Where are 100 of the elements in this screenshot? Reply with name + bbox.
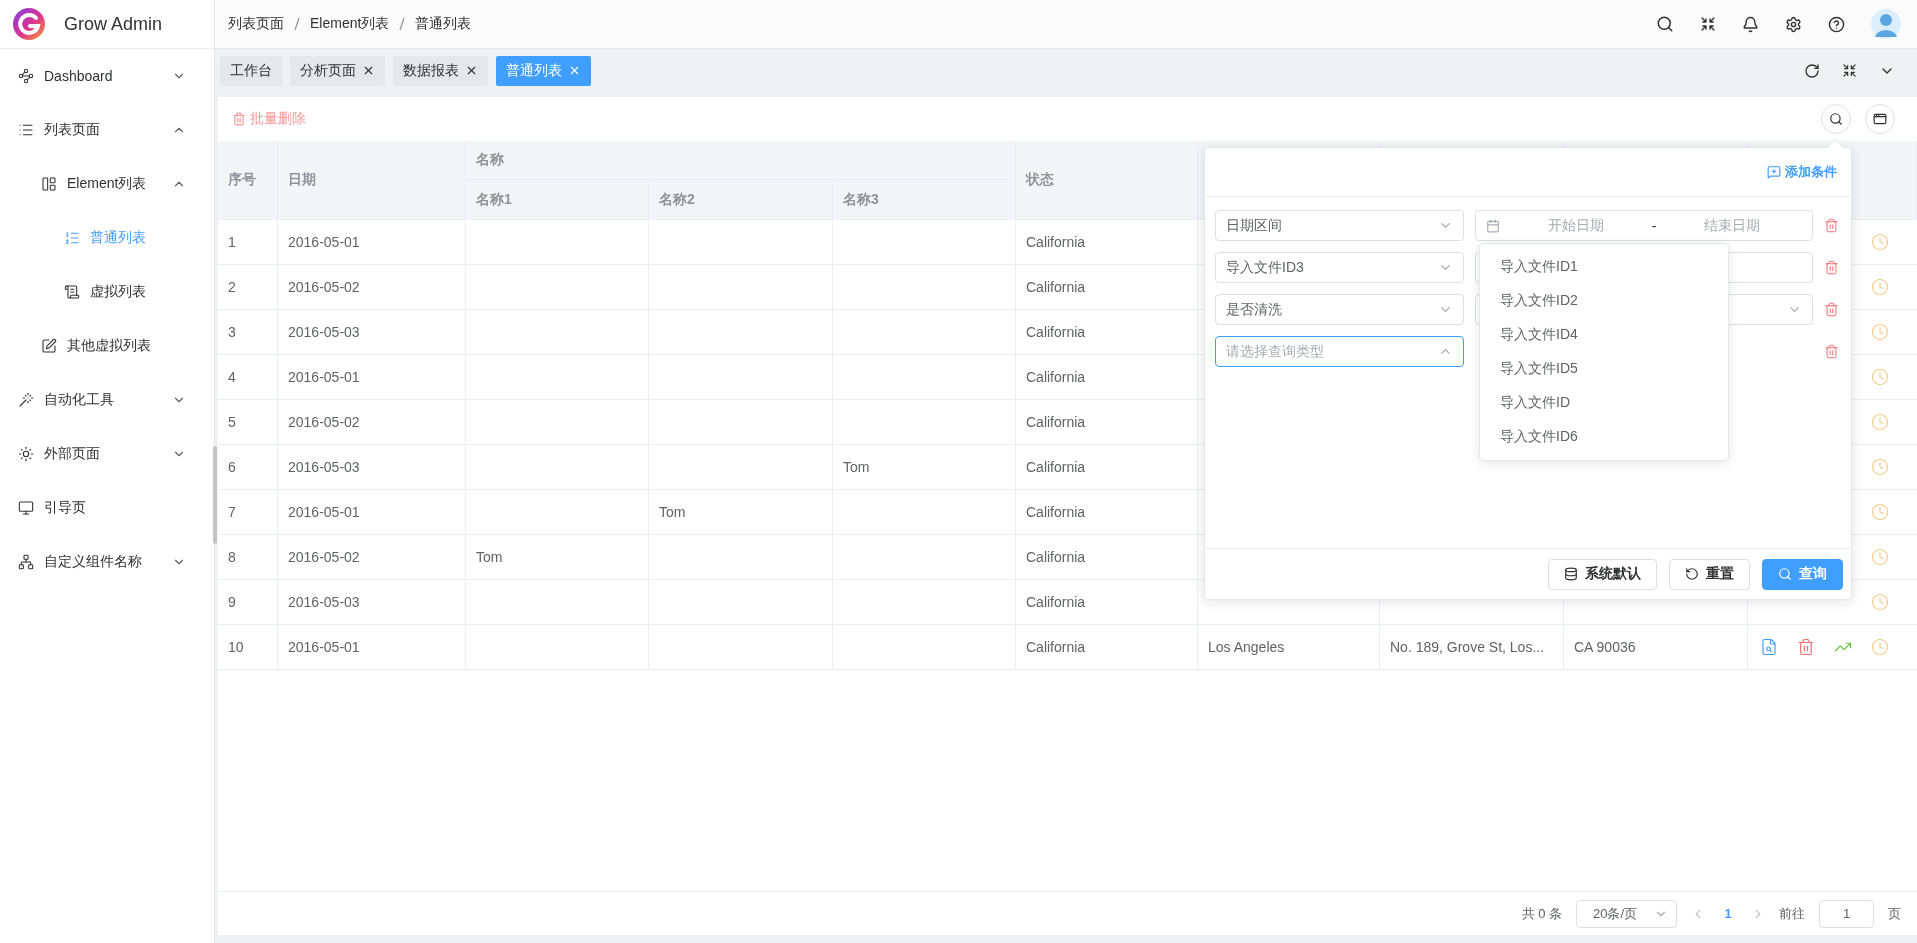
breadcrumb-link[interactable]: Element列表	[310, 15, 390, 33]
column-header: 状态	[1016, 141, 1198, 220]
sidebar-item[interactable]: Element列表	[0, 157, 214, 211]
bell-icon[interactable]	[1742, 15, 1759, 33]
clock-icon[interactable]	[1871, 368, 1889, 386]
page-suffix: 页	[1888, 904, 1901, 923]
table-cell: 2	[228, 279, 236, 295]
clock-icon[interactable]	[1871, 323, 1889, 341]
database-icon	[1564, 567, 1578, 581]
column-header: 名称3	[833, 180, 1016, 220]
sidebar-item[interactable]: 虚拟列表	[0, 265, 214, 319]
table-cell: California	[1026, 549, 1086, 565]
trash-icon[interactable]	[1824, 302, 1839, 317]
column-header: 名称	[466, 141, 1016, 180]
default-button[interactable]: 系统默认	[1548, 558, 1657, 590]
sidebar-item[interactable]: 列表页面	[0, 103, 214, 157]
end-date-placeholder: 结束日期	[1703, 216, 1761, 235]
document-search-icon[interactable]	[1760, 638, 1778, 656]
clock-icon[interactable]	[1871, 278, 1889, 296]
edit-icon	[41, 338, 57, 354]
clock-icon[interactable]	[1871, 638, 1889, 656]
dropdown-option[interactable]: 导入文件ID5	[1480, 352, 1728, 386]
column-header: 名称2	[649, 180, 833, 220]
sidebar-item[interactable]: 自动化工具	[0, 373, 214, 427]
table-cell: 3	[228, 324, 236, 340]
settings-icon[interactable]	[1785, 15, 1802, 33]
numbered-list-icon	[64, 230, 80, 246]
search-icon	[1829, 112, 1843, 126]
table-cell: 2016-05-02	[288, 279, 360, 295]
table-cell: 7	[228, 504, 236, 520]
fullscreen-icon[interactable]	[1700, 16, 1716, 32]
breadcrumb-link[interactable]: 列表页面	[228, 15, 284, 33]
select-field[interactable]: 导入文件ID3	[1215, 252, 1464, 283]
clock-icon[interactable]	[1871, 593, 1889, 611]
table-cell: California	[1026, 279, 1086, 295]
dropdown-option[interactable]: 导入文件ID	[1480, 386, 1728, 420]
table-cell: No. 189, Grove St, Los...	[1390, 639, 1545, 655]
clock-icon[interactable]	[1871, 548, 1889, 566]
table-cell: California	[1026, 369, 1086, 385]
dropdown-option[interactable]: 导入文件ID6	[1480, 420, 1728, 454]
clock-icon[interactable]	[1871, 233, 1889, 251]
trash-icon[interactable]	[1824, 344, 1839, 359]
clock-icon[interactable]	[1871, 413, 1889, 431]
table-cell: Los Angeles	[1208, 639, 1285, 655]
page-size-select[interactable]: 20条/页	[1576, 899, 1677, 928]
table-cell: 5	[228, 414, 236, 430]
table-cell: 8	[228, 549, 236, 565]
search-icon[interactable]	[1656, 15, 1674, 33]
reset-button[interactable]: 重置	[1669, 558, 1750, 590]
table-cell: California	[1026, 459, 1086, 475]
refresh-icon[interactable]	[1804, 62, 1820, 79]
sidebar-item[interactable]: 引导页	[0, 481, 214, 535]
sidebar-item[interactable]: Dashboard	[0, 49, 214, 103]
trash-icon	[232, 112, 246, 126]
select-field[interactable]: 日期区间	[1215, 210, 1464, 241]
table-cell: 2016-05-03	[288, 594, 360, 610]
scrollbar-thumb[interactable]	[213, 446, 217, 544]
tab[interactable]: 工作台	[220, 55, 282, 86]
trash-icon[interactable]	[1824, 218, 1839, 233]
close-icon[interactable]	[465, 64, 478, 77]
column-header: 日期	[278, 141, 466, 220]
logo-icon	[12, 7, 46, 41]
wand-icon	[18, 392, 34, 408]
avatar-icon[interactable]	[1871, 9, 1901, 39]
table-cell: 2016-05-02	[288, 414, 360, 430]
trash-icon[interactable]	[1824, 260, 1839, 275]
dropdown-option[interactable]: 导入文件ID2	[1480, 284, 1728, 318]
table-cell: 2016-05-03	[288, 324, 360, 340]
sidebar-item[interactable]: 外部页面	[0, 427, 214, 481]
help-icon[interactable]	[1828, 15, 1845, 33]
search-button[interactable]	[1821, 104, 1851, 134]
breadcrumb-link[interactable]: 普通列表	[415, 15, 472, 33]
nodes-icon	[18, 68, 34, 84]
goto-label: 前往	[1779, 904, 1805, 923]
list-icon	[18, 122, 34, 138]
fullscreen-icon[interactable]	[1842, 63, 1857, 78]
table-cell: 10	[228, 639, 244, 655]
table-cell: California	[1026, 234, 1086, 250]
sidebar-item[interactable]: 自定义组件名称	[0, 535, 214, 589]
calendar-icon	[1486, 218, 1500, 233]
close-icon[interactable]	[362, 64, 375, 77]
sidebar-item[interactable]: 其他虚拟列表	[0, 319, 214, 373]
table-cell: California	[1026, 594, 1086, 610]
table-cell: California	[1026, 324, 1086, 340]
dropdown-option[interactable]: 导入文件ID4	[1480, 318, 1728, 352]
trash-icon[interactable]	[1797, 638, 1815, 656]
table-cell: 2016-05-02	[288, 549, 360, 565]
page-input[interactable]: 1	[1819, 899, 1874, 928]
tab[interactable]: 数据报表	[393, 55, 488, 86]
date-range-field[interactable]: 开始日期 - 结束日期	[1475, 210, 1813, 241]
tab[interactable]: 分析页面	[290, 55, 385, 86]
table-cell: 6	[228, 459, 236, 475]
clock-icon[interactable]	[1871, 458, 1889, 476]
table-cell: Tom	[659, 504, 686, 520]
layout-button[interactable]	[1865, 104, 1895, 134]
clock-icon[interactable]	[1871, 503, 1889, 521]
table-cell: 2016-05-01	[288, 504, 360, 520]
breadcrumb-separator-icon	[399, 17, 406, 31]
dropdown-option[interactable]: 导入文件ID1	[1480, 250, 1728, 284]
select-field[interactable]: 是否清洗	[1215, 294, 1464, 325]
